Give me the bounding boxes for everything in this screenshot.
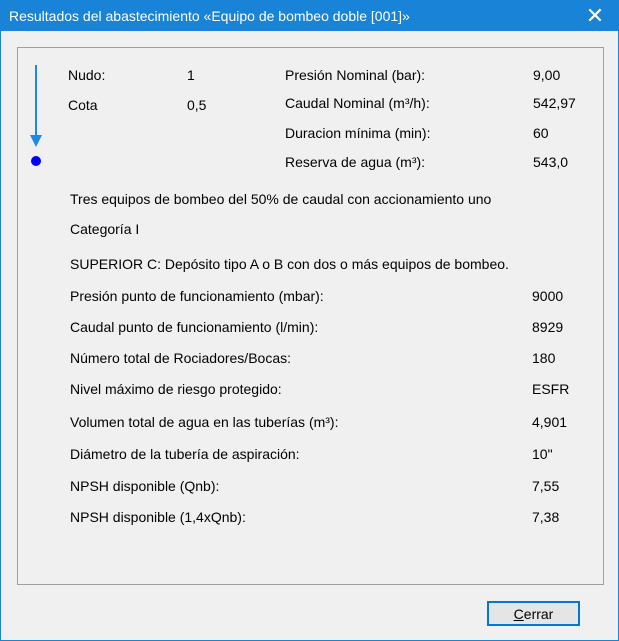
result-label: Volumen total de agua en las tuberías (m…	[70, 414, 339, 430]
result-label: NPSH disponible (Qnb):	[70, 478, 220, 494]
result-value: 8929	[532, 319, 564, 335]
presion-nominal-value: 9,00	[533, 67, 561, 83]
result-value: ESFR	[532, 381, 570, 397]
cota-label: Cota	[68, 97, 98, 113]
result-label: Nivel máximo de riesgo protegido:	[70, 381, 282, 397]
close-button[interactable]: Cerrar	[487, 601, 580, 626]
nudo-value: 1	[187, 67, 195, 83]
caudal-nominal-label: Caudal Nominal (m³/h):	[285, 95, 430, 111]
duracion-minima-label: Duracion mínima (min):	[285, 125, 431, 141]
close-icon[interactable]: ✕	[572, 1, 618, 31]
result-value: 7,55	[532, 478, 560, 494]
result-value: 180	[532, 350, 556, 366]
nudo-label: Nudo:	[68, 67, 106, 83]
result-label: Número total de Rociadores/Bocas:	[70, 350, 291, 366]
close-button-accel: C	[513, 605, 524, 622]
results-dialog: Resultados del abastecimiento «Equipo de…	[0, 0, 619, 641]
reserva-agua-value: 543,0	[533, 154, 569, 170]
cota-value: 0,5	[187, 97, 207, 113]
node-dot-icon	[31, 156, 41, 166]
window-title: Resultados del abastecimiento «Equipo de…	[9, 8, 410, 24]
close-button-label: errar	[523, 605, 554, 622]
results-panel: Nudo: 1 Cota 0,5 Presión Nominal (bar): …	[17, 47, 604, 585]
result-label: Diámetro de la tubería de aspiración:	[70, 446, 300, 462]
presion-nominal-label: Presión Nominal (bar):	[285, 67, 426, 83]
result-label: Caudal punto de funcionamiento (l/min):	[70, 319, 319, 335]
result-value: 4,901	[532, 414, 568, 430]
description-line: Categoría I	[70, 221, 140, 237]
result-value: 7,38	[532, 509, 560, 525]
description-line: Tres equipos de bombeo del 50% de caudal…	[70, 191, 492, 207]
reserva-agua-label: Reserva de agua (m³):	[285, 154, 426, 170]
result-label: NPSH disponible (1,4xQnb):	[70, 509, 246, 525]
result-value: 10"	[532, 446, 553, 462]
duracion-minima-value: 60	[533, 125, 549, 141]
description-line: SUPERIOR C: Depósito tipo A o B con dos …	[70, 256, 509, 272]
title-bar: Resultados del abastecimiento «Equipo de…	[1, 1, 618, 31]
arrow-down-icon	[30, 65, 42, 166]
result-label: Presión punto de funcionamiento (mbar):	[70, 288, 324, 304]
result-value: 9000	[532, 288, 564, 304]
caudal-nominal-value: 542,97	[533, 95, 576, 111]
